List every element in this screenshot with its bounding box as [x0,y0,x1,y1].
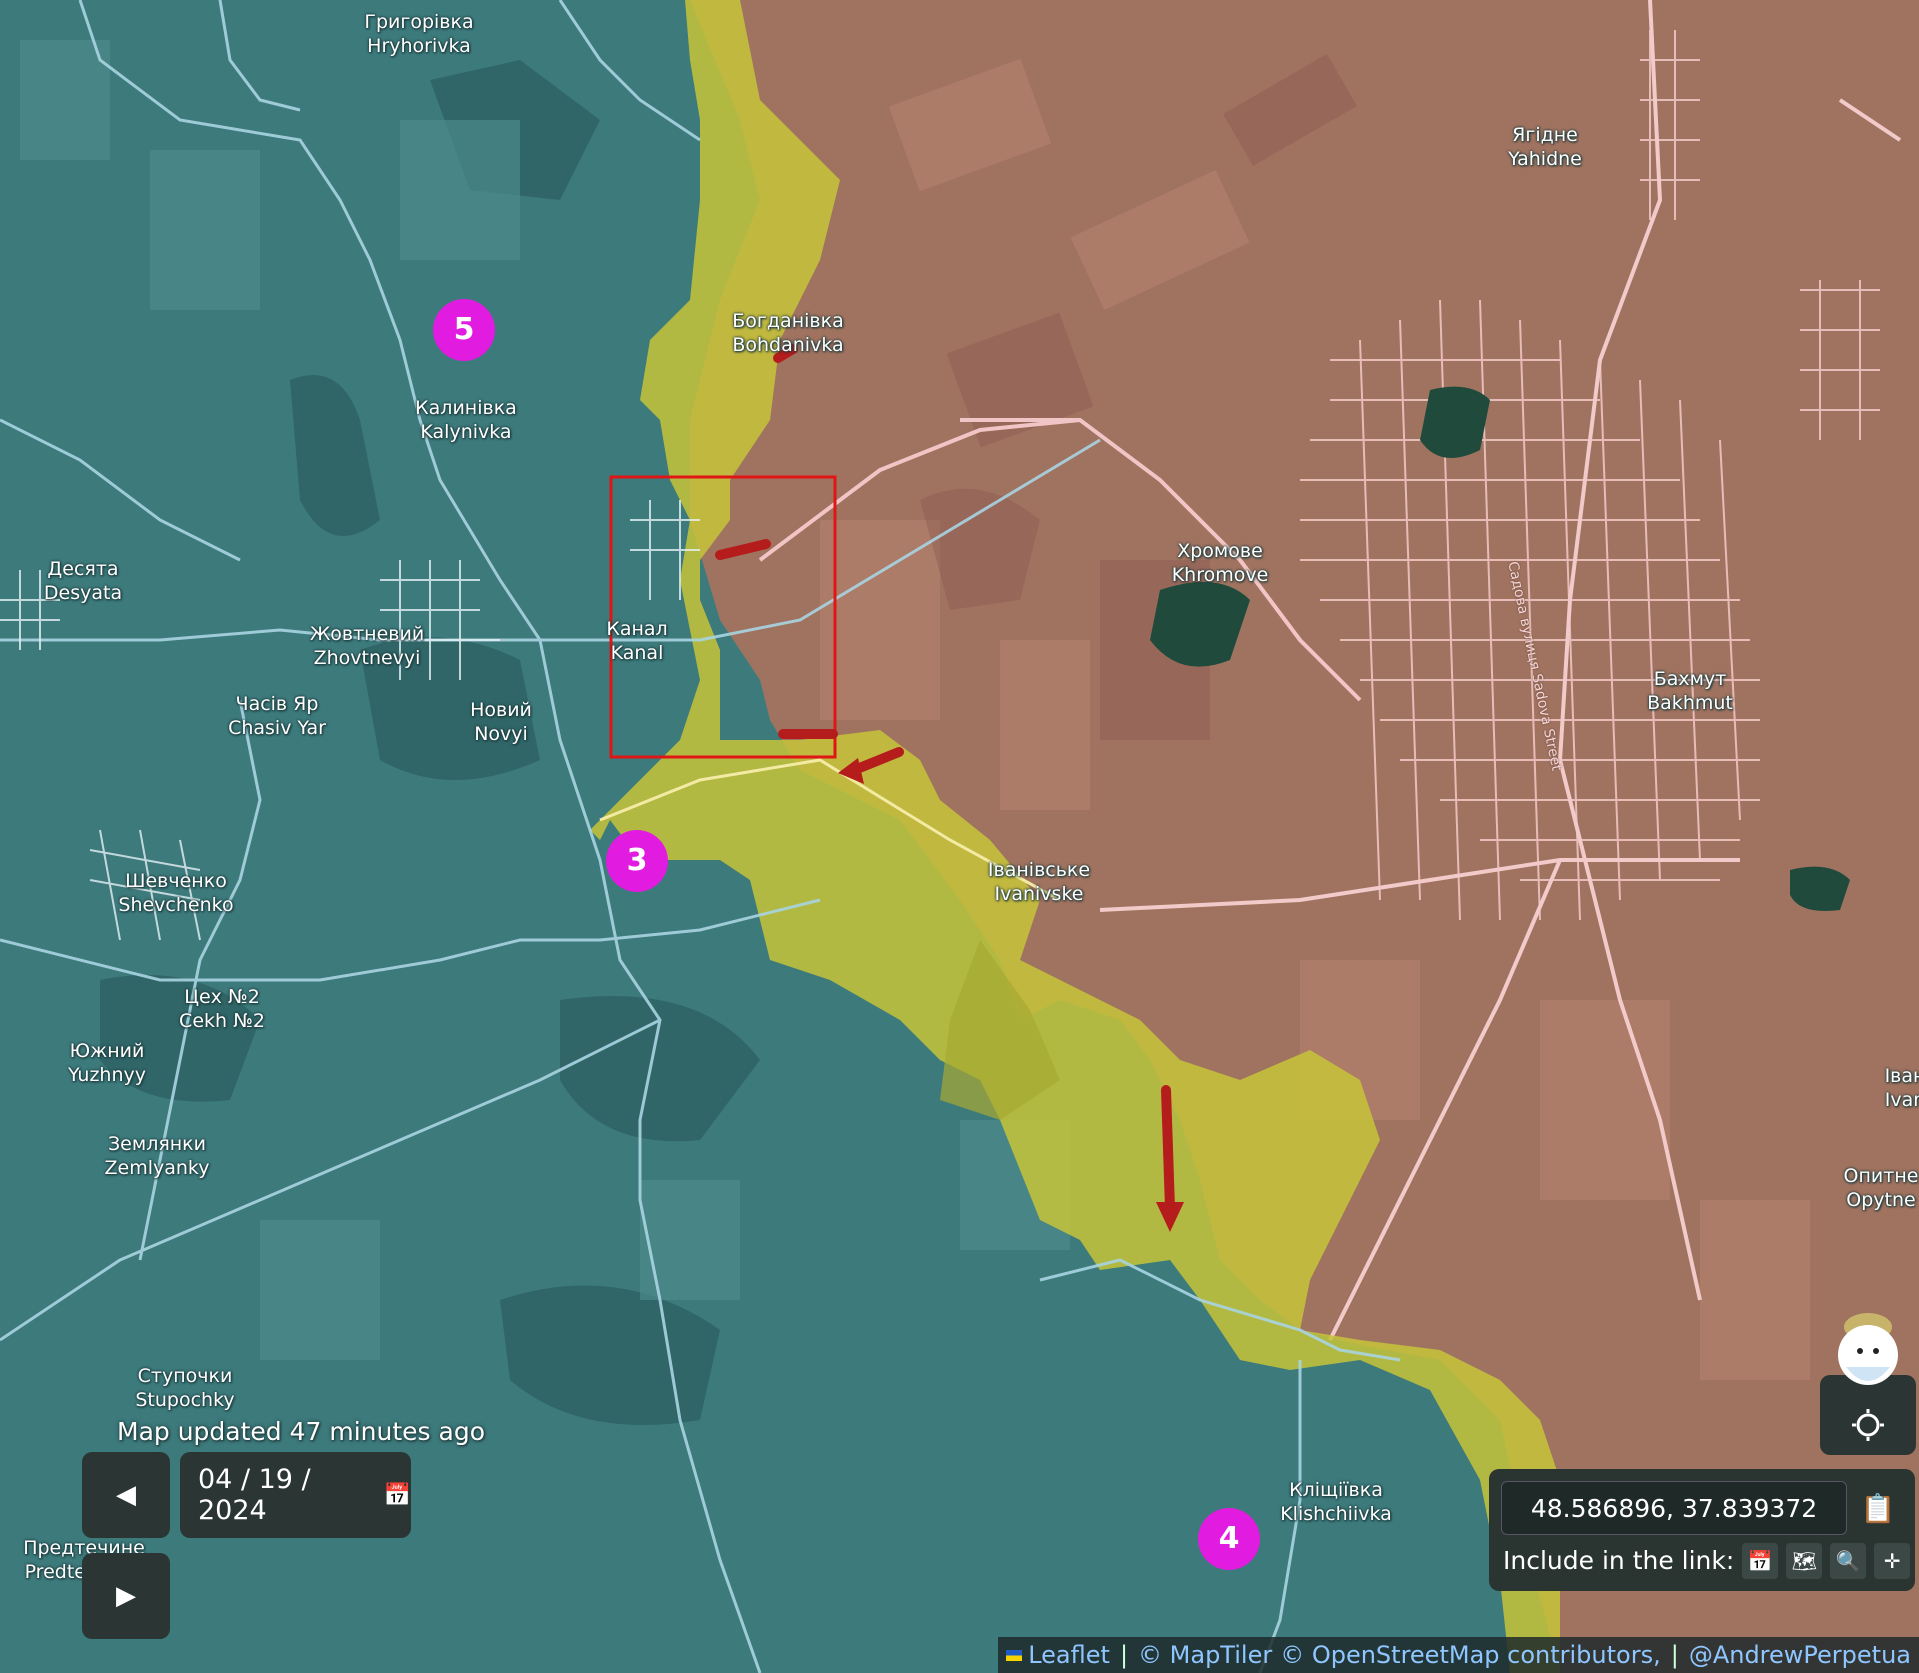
coordinates-panel: 48.586896, 37.839372 📋 Include in the li… [1489,1469,1915,1591]
place-khromove: Хромове Khromove [1171,540,1269,586]
attribution-separator-2: | [1670,1641,1679,1669]
place-opytne: Опитне Opytne [1843,1165,1919,1211]
place-desyata: Десята Desyata [43,558,123,604]
leaflet-link[interactable]: Leaflet [1028,1637,1110,1673]
marker-5[interactable]: 5 [433,299,495,361]
previous-date-button[interactable]: ◀ [82,1452,170,1538]
map-updated-status: Map updated 47 minutes ago [117,1417,485,1446]
marker-4[interactable]: 4 [1198,1508,1260,1570]
date-option-icon[interactable]: 📅 [1742,1543,1779,1579]
openstreetmap-link[interactable]: © OpenStreetMap contributors, [1280,1637,1661,1673]
ukraine-flag-icon [1006,1649,1023,1661]
date-value: 04 / 19 / 2024 [198,1464,311,1526]
zoom-option-icon[interactable]: 🔍 [1830,1543,1867,1579]
copy-icon[interactable]: 📋 [1853,1483,1903,1533]
attribution-separator: | [1119,1641,1129,1669]
maptiler-link[interactable]: © MapTiler [1138,1637,1272,1673]
crosshair-option-icon[interactable]: ✛ [1874,1543,1911,1579]
map-attribution: Leaflet | © MapTiler © OpenStreetMap con… [998,1637,1919,1673]
place-ivan-edge: ІванIvan [1884,1065,1919,1111]
place-shevchenko: Шевченко Shevchenko [118,870,234,916]
previous-arrow-icon: ◀ [116,1480,136,1510]
include-in-link-row: Include in the link: 📅 🗺 🔍 ✛ [1503,1541,1911,1581]
map-option-icon[interactable]: 🗺 [1786,1543,1823,1579]
place-chasiv-yar: Часів Яр Chasiv Yar [228,693,326,739]
date-picker-input[interactable]: 04 / 19 / 2024 📅 [180,1452,411,1538]
next-arrow-icon: ▶ [116,1581,136,1611]
place-stupochky: Ступочки Stupochky [135,1365,235,1411]
place-cekh2: Цех №2 Cekh №2 [179,986,265,1032]
author-link[interactable]: @AndrewPerpetua [1689,1637,1911,1673]
place-ivanivske: Іванівське Ivanivske [987,859,1091,905]
place-novyi: Новий Novyi [470,699,532,745]
place-yuzhnyi: Южний Yuzhnyy [67,1040,147,1086]
include-in-link-label: Include in the link: [1503,1546,1735,1575]
place-klishchiivka: Кліщіївка Klishchiivka [1280,1479,1392,1525]
calendar-icon[interactable]: 📅 [384,1483,411,1508]
coordinates-field[interactable]: 48.586896, 37.839372 [1501,1481,1847,1535]
place-hryhorivka: Григорівка Hryhorivka [364,11,474,57]
place-bakhmut: Бахмут Bakhmut [1647,668,1733,714]
place-zemlyanky: Землянки Zemlyanky [104,1133,210,1179]
next-date-button[interactable]: ▶ [82,1553,170,1639]
mascot-avatar [1820,1305,1916,1455]
place-zhovtnevyi: Жовтневий Zhovtnevyi [309,623,425,669]
marker-3[interactable]: 3 [606,830,668,892]
place-kanal: Канал Kanal [606,618,668,664]
place-bohdanivka: Богданівка Bohdanivka [732,310,844,356]
place-kalynivka: Калинівка Kalynivka [415,397,517,443]
place-yahidne: Ягідне Yahidne [1508,124,1582,170]
